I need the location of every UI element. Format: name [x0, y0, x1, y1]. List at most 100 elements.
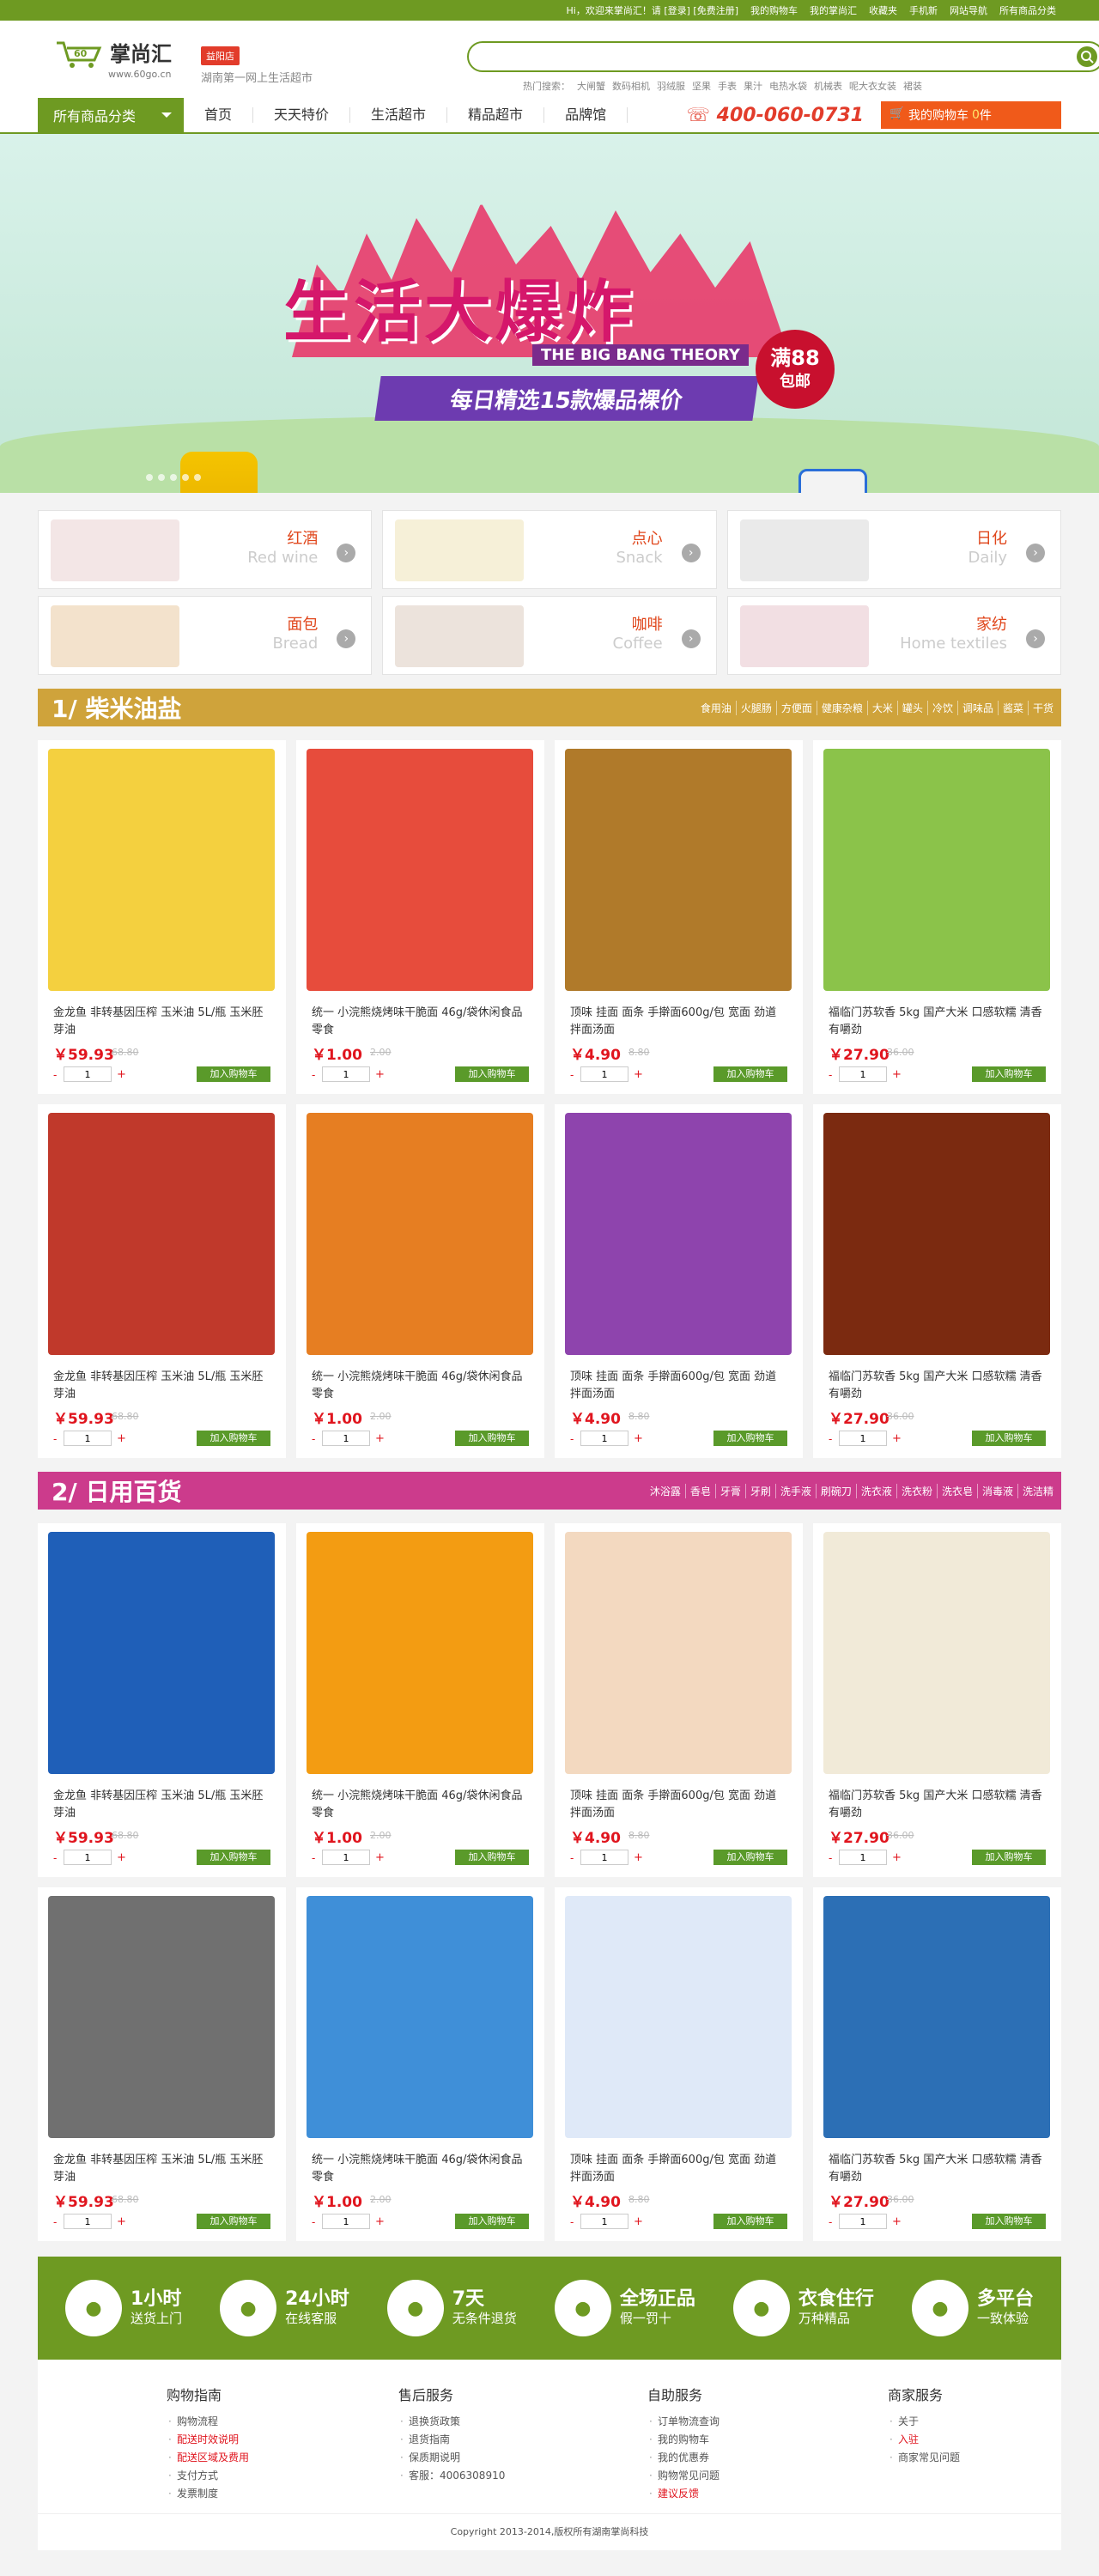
qty-minus-button[interactable]: -: [53, 1069, 57, 1081]
qty-plus-button[interactable]: +: [892, 1851, 902, 1864]
add-to-cart-button[interactable]: 加入购物车: [455, 2214, 529, 2229]
footer-link[interactable]: 退货指南: [398, 2431, 505, 2449]
product-image[interactable]: [48, 1896, 275, 2138]
product-image[interactable]: [307, 749, 533, 991]
product-image[interactable]: [48, 749, 275, 991]
qty-minus-button[interactable]: -: [53, 1433, 57, 1445]
qty-input[interactable]: [839, 1850, 887, 1865]
hot-word[interactable]: 大闸蟹: [577, 79, 605, 93]
top-link-all[interactable]: 所有商品分类: [999, 3, 1056, 17]
qty-minus-button[interactable]: -: [53, 2216, 57, 2228]
qty-minus-button[interactable]: -: [570, 2216, 574, 2228]
hot-word[interactable]: 果汁: [744, 79, 762, 93]
product-card[interactable]: 顶味 挂面 面条 手擀面600g/包 宽面 劲道拌面汤面 ￥4.90 8.80 - + 加…: [555, 740, 803, 1094]
product-image[interactable]: [823, 1113, 1050, 1355]
product-card[interactable]: 统一 小浣熊烧烤味干脆面 46g/袋休闲食品零食 ￥1.00 2.00 - + 加入购物车: [296, 1523, 544, 1877]
footer-link[interactable]: 购物常见问题: [647, 2467, 720, 2485]
qty-plus-button[interactable]: +: [892, 1432, 902, 1445]
qty-input[interactable]: [322, 1066, 370, 1082]
nav-life-market[interactable]: 生活超市: [350, 107, 448, 123]
section-link[interactable]: 健康杂粮: [816, 700, 867, 715]
product-card[interactable]: 金龙鱼 非转基因压榨 玉米油 5L/瓶 玉米胚芽油 ￥59.9368.80 - + 加入…: [38, 1887, 286, 2241]
section-link[interactable]: 洗洁精: [1017, 1483, 1058, 1498]
product-title[interactable]: 福临门苏软香 5kg 国产大米 口感软糯 清香 有嚼劲: [829, 1005, 1045, 1039]
qty-input[interactable]: [64, 1850, 112, 1865]
footer-link[interactable]: 退换货政策: [398, 2413, 505, 2431]
footer-link[interactable]: 入驻: [888, 2431, 960, 2449]
qty-minus-button[interactable]: -: [312, 1852, 315, 1864]
category-card[interactable]: 日化 Daily ›: [726, 510, 1061, 589]
carousel-dots[interactable]: [146, 474, 201, 481]
qty-input[interactable]: [322, 1850, 370, 1865]
qty-input[interactable]: [580, 1431, 628, 1446]
footer-link[interactable]: 购物流程: [167, 2413, 249, 2431]
product-title[interactable]: 福临门苏软香 5kg 国产大米 口感软糯 清香 有嚼劲: [829, 2152, 1045, 2186]
qty-input[interactable]: [580, 1850, 628, 1865]
add-to-cart-button[interactable]: 加入购物车: [972, 1431, 1046, 1446]
product-card[interactable]: 金龙鱼 非转基因压榨 玉米油 5L/瓶 玉米胚芽油 ￥59.9368.80 - + 加入…: [38, 740, 286, 1094]
product-card[interactable]: 福临门苏软香 5kg 国产大米 口感软糯 清香 有嚼劲 ￥27.9036.00 - +…: [813, 1887, 1061, 2241]
hot-word[interactable]: 坚果: [692, 79, 711, 93]
footer-link[interactable]: 我的购物车: [647, 2431, 720, 2449]
footer-link[interactable]: 配送时效说明: [167, 2431, 249, 2449]
section-link[interactable]: 干货: [1027, 700, 1058, 715]
qty-input[interactable]: [580, 1066, 628, 1082]
product-image[interactable]: [823, 749, 1050, 991]
search-button[interactable]: [1077, 46, 1097, 67]
add-to-cart-button[interactable]: 加入购物车: [972, 1850, 1046, 1865]
cart-button[interactable]: 🛒 我的购物车 0 件: [881, 101, 1061, 129]
product-title[interactable]: 顶味 挂面 面条 手擀面600g/包 宽面 劲道拌面汤面: [570, 1788, 786, 1822]
hot-word[interactable]: 机械表: [814, 79, 842, 93]
footer-link[interactable]: 商家常见问题: [888, 2449, 960, 2467]
product-card[interactable]: 金龙鱼 非转基因压榨 玉米油 5L/瓶 玉米胚芽油 ￥59.9368.80 - + 加入…: [38, 1104, 286, 1458]
hot-word[interactable]: 裙装: [903, 79, 922, 93]
add-to-cart-button[interactable]: 加入购物车: [713, 1431, 787, 1446]
add-to-cart-button[interactable]: 加入购物车: [197, 2214, 270, 2229]
footer-link[interactable]: 关于: [888, 2413, 960, 2431]
add-to-cart-button[interactable]: 加入购物车: [713, 1066, 787, 1082]
qty-input[interactable]: [839, 1066, 887, 1082]
search-input[interactable]: [483, 43, 1066, 69]
product-image[interactable]: [307, 1113, 533, 1355]
hot-word[interactable]: 羽绒服: [657, 79, 685, 93]
add-to-cart-button[interactable]: 加入购物车: [713, 1850, 787, 1865]
product-image[interactable]: [48, 1113, 275, 1355]
logo[interactable]: 60 掌尚汇 www.60go.cn: [55, 39, 172, 80]
product-title[interactable]: 福临门苏软香 5kg 国产大米 口感软糯 清香 有嚼劲: [829, 1788, 1045, 1822]
product-card[interactable]: 统一 小浣熊烧烤味干脆面 46g/袋休闲食品零食 ￥1.00 2.00 - + 加入购物车: [296, 1887, 544, 2241]
product-title[interactable]: 统一 小浣熊烧烤味干脆面 46g/袋休闲食品零食: [312, 1005, 528, 1039]
product-image[interactable]: [565, 1113, 792, 1355]
product-card[interactable]: 福临门苏软香 5kg 国产大米 口感软糯 清香 有嚼劲 ￥27.9036.00 - +…: [813, 740, 1061, 1094]
qty-plus-button[interactable]: +: [892, 2215, 902, 2228]
qty-minus-button[interactable]: -: [829, 2216, 832, 2228]
nav-brand-hall[interactable]: 品牌馆: [544, 107, 628, 123]
product-image[interactable]: [48, 1532, 275, 1774]
product-title[interactable]: 顶味 挂面 面条 手擀面600g/包 宽面 劲道拌面汤面: [570, 1369, 786, 1403]
product-title[interactable]: 顶味 挂面 面条 手擀面600g/包 宽面 劲道拌面汤面: [570, 1005, 786, 1039]
product-card[interactable]: 福临门苏软香 5kg 国产大米 口感软糯 清香 有嚼劲 ￥27.9036.00 - +…: [813, 1523, 1061, 1877]
product-card[interactable]: 统一 小浣熊烧烤味干脆面 46g/袋休闲食品零食 ￥1.00 2.00 - + 加入购物车: [296, 740, 544, 1094]
hot-word[interactable]: 电热水袋: [769, 79, 807, 93]
product-title[interactable]: 顶味 挂面 面条 手擀面600g/包 宽面 劲道拌面汤面: [570, 2152, 786, 2186]
section-link[interactable]: 沐浴露: [646, 1484, 685, 1498]
top-link-sitemap[interactable]: 网站导航: [950, 3, 987, 17]
qty-plus-button[interactable]: +: [117, 1851, 126, 1864]
product-card[interactable]: 顶味 挂面 面条 手擀面600g/包 宽面 劲道拌面汤面 ￥4.90 8.80 - + 加…: [555, 1104, 803, 1458]
qty-minus-button[interactable]: -: [53, 1852, 57, 1864]
add-to-cart-button[interactable]: 加入购物车: [197, 1431, 270, 1446]
add-to-cart-button[interactable]: 加入购物车: [713, 2214, 787, 2229]
qty-plus-button[interactable]: +: [117, 1068, 126, 1081]
section-link[interactable]: 酱菜: [997, 700, 1028, 715]
qty-plus-button[interactable]: +: [375, 2215, 385, 2228]
section-link[interactable]: 洗衣粉: [896, 1483, 937, 1498]
qty-input[interactable]: [839, 2214, 887, 2229]
product-title[interactable]: 金龙鱼 非转基因压榨 玉米油 5L/瓶 玉米胚芽油: [53, 1788, 270, 1822]
product-image[interactable]: [823, 1896, 1050, 2138]
qty-input[interactable]: [839, 1431, 887, 1446]
top-link-cart[interactable]: 我的购物车: [750, 3, 798, 17]
add-to-cart-button[interactable]: 加入购物车: [197, 1850, 270, 1865]
qty-minus-button[interactable]: -: [312, 1069, 315, 1081]
qty-minus-button[interactable]: -: [312, 1433, 315, 1445]
category-card[interactable]: 家纺 Home textiles ›: [726, 596, 1061, 675]
footer-link[interactable]: 配送区域及费用: [167, 2449, 249, 2467]
